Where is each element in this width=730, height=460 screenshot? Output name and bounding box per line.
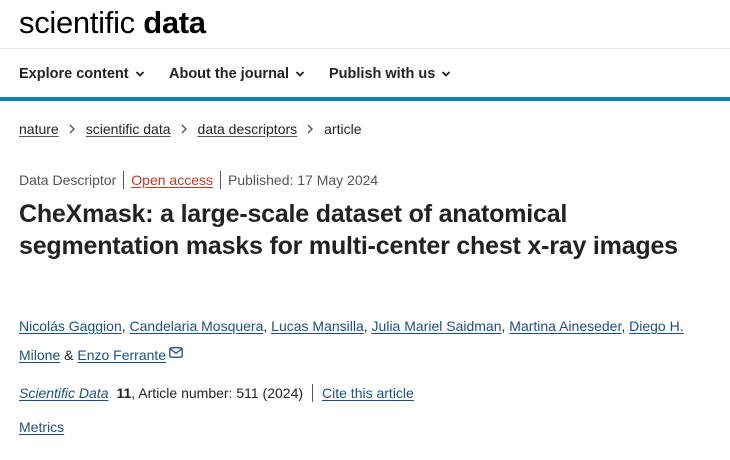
citation-divider <box>312 384 314 402</box>
logo-word-scientific: scientific <box>19 5 135 40</box>
volume-number: 11 <box>116 385 132 401</box>
nav-publish-with-us[interactable]: Publish with us <box>329 66 451 82</box>
site-header: scientific data <box>0 0 730 49</box>
chevron-right-icon <box>69 124 75 134</box>
nav-accent-rule <box>0 97 730 101</box>
nav-about-journal[interactable]: About the journal <box>169 66 305 82</box>
chevron-down-icon <box>442 71 451 77</box>
nav-explore-content[interactable]: Explore content <box>19 66 145 82</box>
article-meta: Data Descriptor Open access Published: 1… <box>19 171 378 189</box>
author-separator: , <box>121 318 126 334</box>
chevron-down-icon <box>135 71 144 77</box>
author-link[interactable]: Martina Aineseder <box>509 318 621 334</box>
author-ampersand: & <box>64 347 74 363</box>
metrics-link[interactable]: Metrics <box>19 419 64 435</box>
author-separator: , <box>501 318 506 334</box>
chevron-down-icon <box>295 71 305 77</box>
author-separator: , <box>621 318 626 334</box>
breadcrumb: nature scientific data data descriptors … <box>19 121 362 137</box>
journal-link[interactable]: Scientific Data <box>19 385 108 401</box>
breadcrumb-scientific-data[interactable]: scientific data <box>86 121 171 137</box>
meta-divider <box>123 171 125 189</box>
email-icon[interactable] <box>169 347 183 358</box>
author-link[interactable]: Lucas Mansilla <box>271 318 364 334</box>
published-date: Published: 17 May 2024 <box>227 172 379 188</box>
nav-publish-with-us-label: Publish with us <box>329 66 436 82</box>
citation-line: Scientific Data 11 , Article number: 511… <box>19 384 414 402</box>
journal-logo[interactable]: scientific data <box>19 3 206 43</box>
article-title: CheXmask: a large-scale dataset of anato… <box>19 200 678 260</box>
breadcrumb-current: article <box>324 121 362 137</box>
author-link[interactable]: Enzo Ferrante <box>77 347 166 363</box>
chevron-right-icon <box>181 124 187 134</box>
open-access-link[interactable]: Open access <box>131 172 213 188</box>
author-link[interactable]: Julia Mariel Saidman <box>372 318 502 334</box>
chevron-right-icon <box>307 124 314 134</box>
author-link[interactable]: Candelaria Mosquera <box>130 318 264 334</box>
meta-divider <box>219 171 221 189</box>
cite-article-link[interactable]: Cite this article <box>322 385 414 401</box>
author-separator: , <box>263 318 268 334</box>
article-type: Data Descriptor <box>19 172 117 188</box>
author-link[interactable]: Nicolás Gaggion <box>19 318 122 334</box>
main-nav: Explore content About the journal Publis… <box>0 49 730 98</box>
breadcrumb-data-descriptors[interactable]: data descriptors <box>198 121 298 137</box>
logo-word-data: data <box>143 5 206 40</box>
author-separator: , <box>363 318 368 334</box>
nav-about-journal-label: About the journal <box>169 66 290 82</box>
author-list: Nicolás Gaggion, Candelaria Mosquera, Lu… <box>19 312 709 370</box>
nav-explore-content-label: Explore content <box>19 66 129 82</box>
article-number: , Article number: 511 (2024) <box>131 385 304 401</box>
breadcrumb-nature[interactable]: nature <box>19 121 59 137</box>
